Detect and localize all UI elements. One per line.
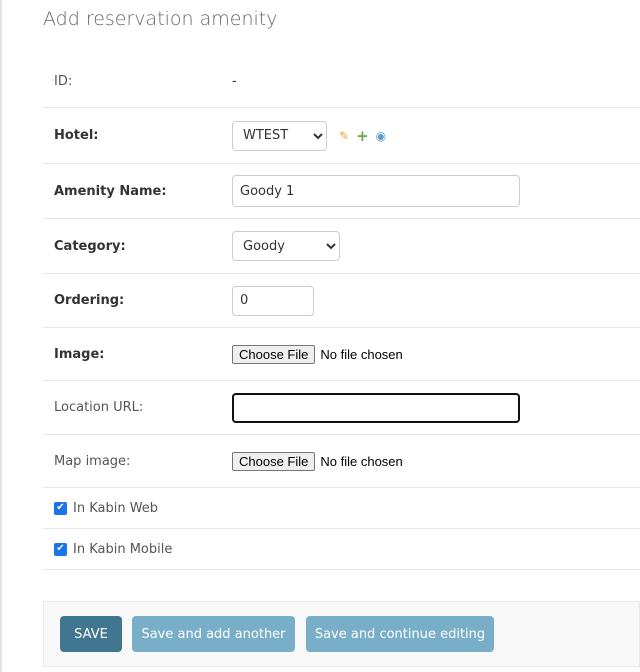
amenity-name-input[interactable]	[232, 175, 520, 207]
eye-icon[interactable]: ◉	[376, 130, 386, 142]
map-image-row: Map image: Choose File No file chosen	[43, 435, 640, 488]
ordering-input[interactable]	[232, 285, 314, 316]
image-choose-file-button[interactable]: Choose File	[232, 344, 316, 364]
hotel-label: Hotel:	[54, 128, 99, 143]
page-title: Add reservation amenity	[43, 8, 278, 30]
category-label: Category:	[54, 238, 126, 254]
category-select[interactable]: Goody	[232, 231, 340, 261]
in-kabin-mobile-row: ✔ In Kabin Mobile	[43, 529, 640, 570]
category-row: Category: Goody	[43, 219, 640, 274]
hotel-related-links: ✎ + ◉	[339, 128, 386, 143]
in-kabin-web-row: ✔ In Kabin Web	[43, 488, 640, 529]
save-and-continue-button[interactable]: Save and continue editing	[306, 616, 494, 652]
map-image-file-status: No file chosen	[320, 453, 403, 469]
amenity-name-label: Amenity Name:	[54, 183, 167, 199]
save-button[interactable]: SAVE	[60, 616, 122, 652]
id-value: -	[232, 74, 237, 89]
amenity-form: ID: - Hotel: WTEST ✎ + ◉ Amenity Name: C…	[43, 56, 640, 570]
in-kabin-web-label: In Kabin Web	[73, 500, 159, 516]
save-and-add-another-button[interactable]: Save and add another	[132, 616, 295, 652]
hotel-row: Hotel: WTEST ✎ + ◉	[43, 108, 640, 164]
image-row: Image: Choose File No file chosen	[43, 328, 640, 381]
ordering-row: Ordering:	[43, 274, 640, 328]
location-url-input[interactable]	[232, 392, 520, 423]
check-icon: ✔	[56, 543, 65, 554]
check-icon: ✔	[56, 502, 65, 513]
ordering-label: Ordering:	[54, 293, 125, 308]
plus-icon[interactable]: +	[356, 128, 369, 143]
location-url-label: Location URL:	[54, 400, 144, 415]
location-url-row: Location URL:	[43, 381, 640, 435]
submit-row: SAVE Save and add another Save and conti…	[43, 601, 640, 667]
hotel-select[interactable]: WTEST	[232, 120, 327, 151]
map-image-label: Map image:	[54, 453, 131, 469]
image-label: Image:	[54, 346, 105, 362]
in-kabin-mobile-label: In Kabin Mobile	[73, 541, 173, 557]
id-row: ID: -	[43, 56, 640, 108]
map-image-choose-file-button[interactable]: Choose File	[232, 451, 316, 471]
left-border	[0, 0, 2, 672]
in-kabin-web-checkbox[interactable]: ✔	[54, 501, 67, 515]
amenity-name-row: Amenity Name:	[43, 164, 640, 219]
id-label: ID:	[54, 74, 73, 89]
in-kabin-mobile-checkbox[interactable]: ✔	[54, 542, 67, 556]
pencil-icon[interactable]: ✎	[339, 130, 349, 142]
image-file-status: No file chosen	[320, 346, 403, 362]
